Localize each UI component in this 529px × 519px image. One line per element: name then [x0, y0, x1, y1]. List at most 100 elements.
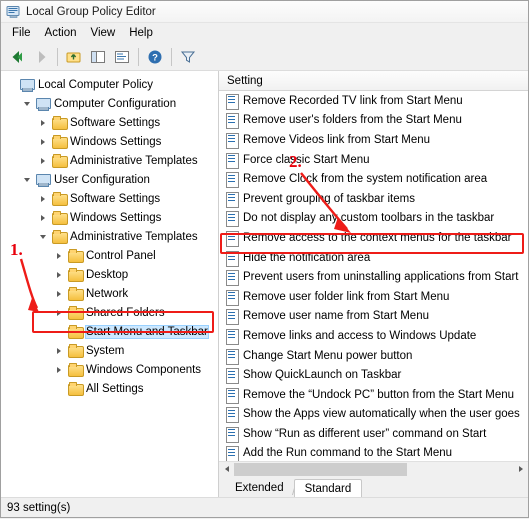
chevron-down-icon[interactable] [35, 227, 51, 246]
tree-item-label: Software Settings [70, 192, 161, 205]
policy-setting-icon [225, 407, 239, 424]
setting-row[interactable]: Show QuickLaunch on Taskbar [219, 365, 528, 385]
properties-icon[interactable] [110, 45, 134, 69]
tree-item-label: User Configuration [54, 173, 150, 186]
setting-row-label: Remove user's folders from the Start Men… [243, 114, 462, 127]
chevron-right-icon[interactable] [35, 208, 51, 227]
scroll-left-arrow-icon[interactable] [219, 461, 234, 477]
tab-standard[interactable]: Standard [293, 479, 363, 497]
chevron-right-icon[interactable] [51, 341, 67, 360]
menu-item-help[interactable]: Help [122, 25, 160, 42]
setting-row[interactable]: Change Start Menu power button [219, 346, 528, 366]
window-title: Local Group Policy Editor [26, 5, 156, 18]
show-hide-tree-icon[interactable] [86, 45, 110, 69]
scroll-right-arrow-icon[interactable] [513, 461, 528, 477]
setting-row-label: Remove the “Undock PC” button from the S… [243, 388, 515, 401]
tree-item[interactable]: Windows Settings [1, 132, 218, 151]
local-group-policy-editor-window: Local Group Policy Editor File Action Vi… [0, 0, 529, 518]
tree-item[interactable]: Software Settings [1, 189, 218, 208]
tree-item[interactable]: Windows Components [1, 360, 218, 379]
setting-row-label: Remove Videos link from Start Menu [243, 133, 431, 146]
horizontal-scroll-thumb[interactable] [234, 462, 407, 476]
setting-row[interactable]: Add the Run command to the Start Menu [219, 444, 528, 461]
setting-row[interactable]: Remove access to the context menus for t… [219, 228, 528, 248]
menu-item-view[interactable]: View [84, 25, 123, 42]
horizontal-scrollbar[interactable] [219, 461, 528, 477]
menu-item-action[interactable]: Action [38, 25, 84, 42]
policy-setting-icon [225, 446, 239, 461]
chevron-right-icon[interactable] [51, 360, 67, 379]
toolbar-separator-3 [171, 47, 172, 66]
setting-row[interactable]: Hide the notification area [219, 248, 528, 268]
setting-row-label: Remove user name from Start Menu [243, 310, 429, 323]
chevron-right-icon[interactable] [51, 284, 67, 303]
tree-item[interactable]: Computer Configuration [1, 94, 218, 113]
setting-row[interactable]: Prevent grouping of taskbar items [219, 189, 528, 209]
chevron-right-icon[interactable] [35, 132, 51, 151]
column-header-setting[interactable]: Setting [219, 71, 528, 91]
tree-item[interactable]: All Settings [1, 379, 218, 398]
tree-item[interactable]: Windows Settings [1, 208, 218, 227]
tree-item[interactable]: Software Settings [1, 113, 218, 132]
setting-row[interactable]: Remove Clock from the system notificatio… [219, 169, 528, 189]
menu-item-file[interactable]: File [5, 25, 38, 42]
policy-setting-icon [225, 152, 239, 169]
chevron-right-icon[interactable] [35, 151, 51, 170]
chevron-right-icon[interactable] [51, 246, 67, 265]
setting-list-pane[interactable]: Setting Remove Recorded TV link from Sta… [219, 71, 528, 497]
horizontal-scroll-track[interactable] [234, 461, 513, 477]
setting-row[interactable]: Show the Apps view automatically when th… [219, 405, 528, 425]
setting-row-label: Change Start Menu power button [243, 349, 413, 362]
tree-item[interactable]: Local Computer Policy [1, 75, 218, 94]
setting-row[interactable]: Show “Run as different user” command on … [219, 424, 528, 444]
tree-item[interactable]: Start Menu and Taskbar [1, 322, 218, 341]
filter-icon[interactable] [176, 45, 200, 69]
forward-icon[interactable] [29, 45, 53, 69]
svg-text:?: ? [152, 52, 158, 63]
tree-item[interactable]: Network [1, 284, 218, 303]
chevron-down-icon[interactable] [19, 170, 35, 189]
status-bar: 93 setting(s) [1, 497, 528, 517]
setting-row[interactable]: Remove user name from Start Menu [219, 307, 528, 327]
setting-row[interactable]: Remove links and access to Windows Updat… [219, 326, 528, 346]
policy-setting-icon [225, 387, 239, 404]
setting-row[interactable]: Remove the “Undock PC” button from the S… [219, 385, 528, 405]
tree-item[interactable]: Control Panel [1, 246, 218, 265]
tree-item[interactable]: Desktop [1, 265, 218, 284]
help-icon[interactable]: ? [143, 45, 167, 69]
policy-setting-icon [225, 309, 239, 326]
setting-list[interactable]: Remove Recorded TV link from Start Menu R… [219, 91, 528, 461]
setting-row[interactable]: Do not display any custom toolbars in th… [219, 209, 528, 229]
setting-row-label: Do not display any custom toolbars in th… [243, 212, 495, 225]
tree-item[interactable]: Administrative Templates [1, 151, 218, 170]
computer-icon [35, 96, 51, 112]
tree-item[interactable]: User Configuration [1, 170, 218, 189]
policy-setting-icon [225, 132, 239, 149]
setting-row[interactable]: Remove Videos link from Start Menu [219, 130, 528, 150]
tree-item-label: Administrative Templates [70, 154, 198, 167]
chevron-right-icon[interactable] [35, 189, 51, 208]
folder-icon [67, 343, 84, 359]
menu-bar: File Action View Help [1, 23, 528, 43]
setting-row[interactable]: Remove user's folders from the Start Men… [219, 111, 528, 131]
folder-icon [51, 210, 68, 226]
setting-row[interactable]: Remove user folder link from Start Menu [219, 287, 528, 307]
tree-item[interactable]: System [1, 341, 218, 360]
setting-row[interactable]: Prevent users from uninstalling applicat… [219, 267, 528, 287]
tree-item[interactable]: Shared Folders [1, 303, 218, 322]
setting-row[interactable]: Force classic Start Menu [219, 150, 528, 170]
policy-tree[interactable]: Local Computer Policy Computer Configurat… [1, 71, 218, 398]
setting-row[interactable]: Remove Recorded TV link from Start Menu [219, 91, 528, 111]
up-one-level-icon[interactable] [62, 45, 86, 69]
chevron-down-icon[interactable] [19, 94, 35, 113]
tab-extended[interactable]: Extended [225, 479, 297, 497]
tree-pane[interactable]: Local Computer Policy Computer Configurat… [1, 71, 219, 497]
chevron-right-icon[interactable] [35, 113, 51, 132]
policy-setting-icon [225, 289, 239, 306]
back-icon[interactable] [5, 45, 29, 69]
chevron-right-icon[interactable] [51, 265, 67, 284]
chevron-right-icon[interactable] [51, 303, 67, 322]
view-tabs: Extended Standard [219, 476, 528, 497]
tree-item[interactable]: Administrative Templates [1, 227, 218, 246]
toolbar-separator-2 [138, 47, 139, 66]
